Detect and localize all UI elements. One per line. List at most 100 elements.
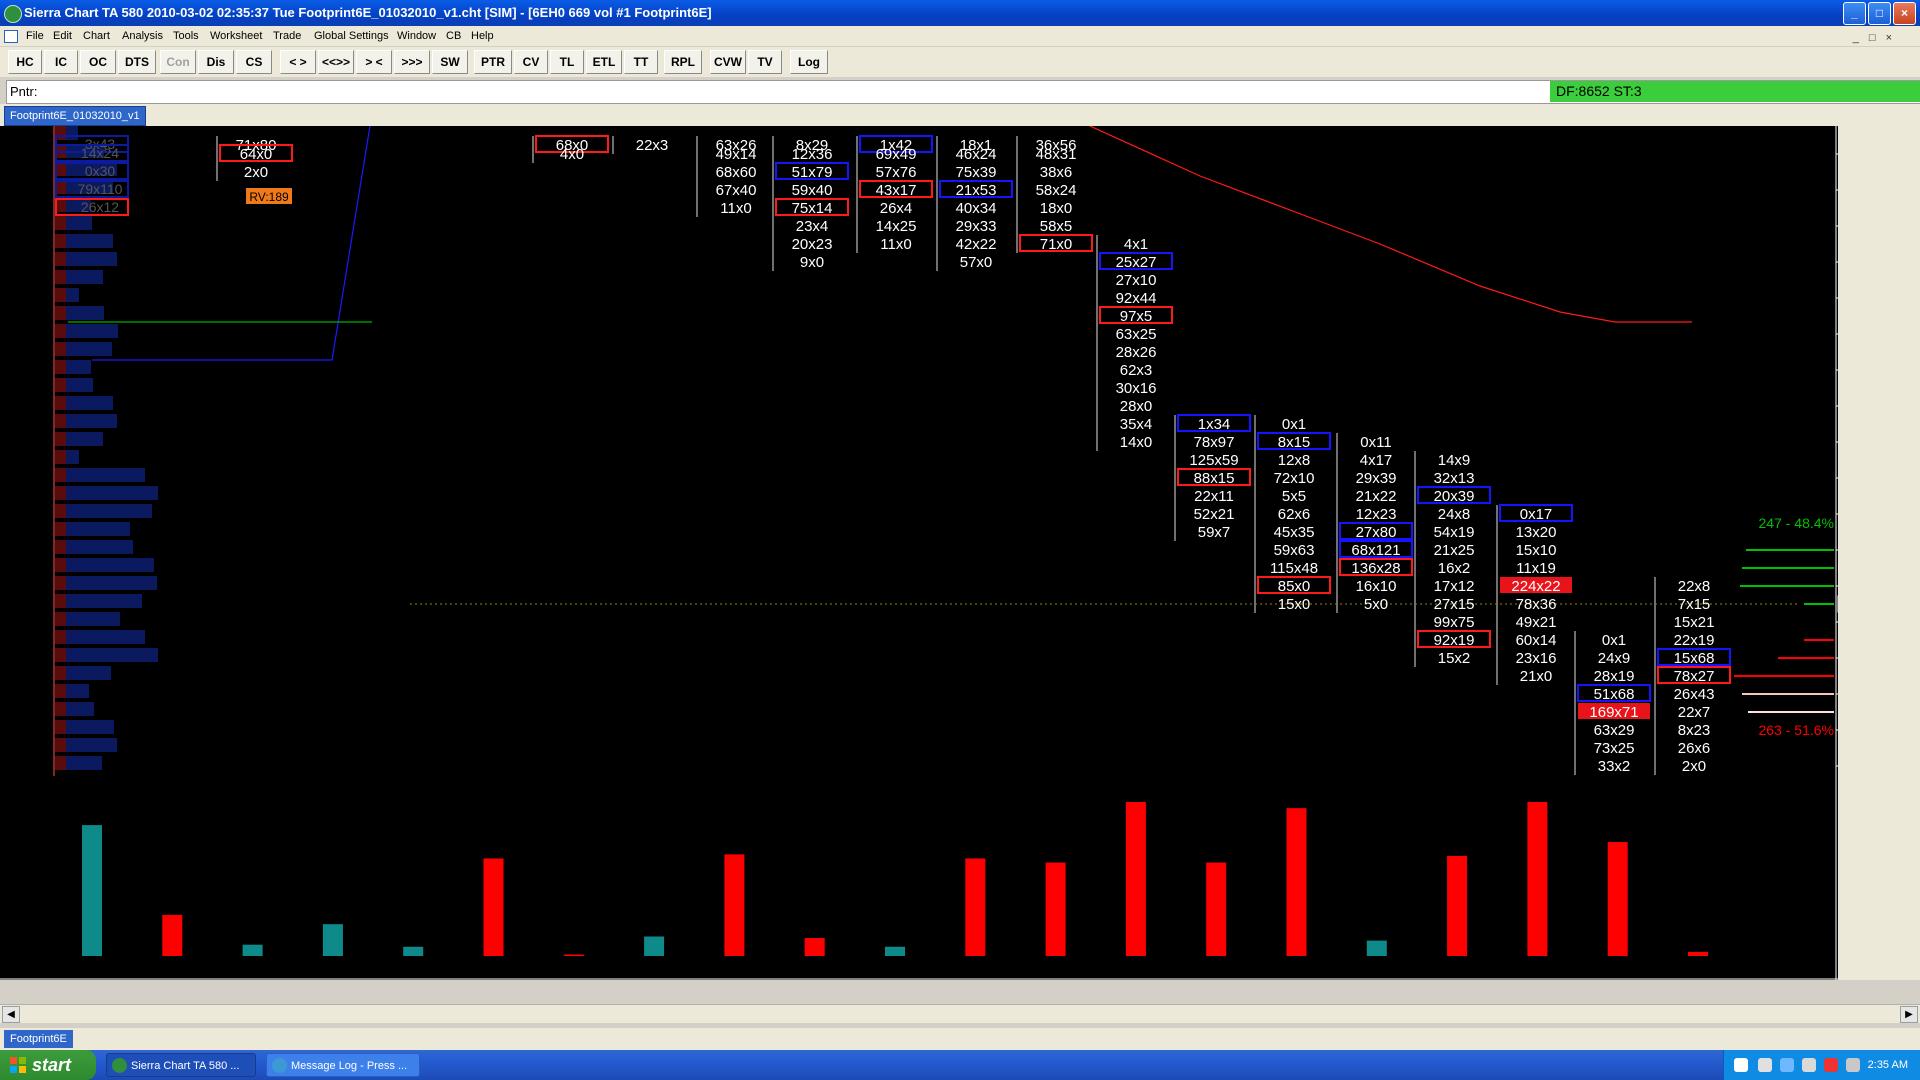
footprint-cell: 99x75 bbox=[1434, 614, 1475, 631]
footprint-chart[interactable]: 1.35561.35541.35521.35501.35481.35461.35… bbox=[0, 126, 1838, 980]
log-button[interactable]: Log bbox=[790, 50, 828, 74]
window-controls: _ □ × bbox=[1843, 2, 1916, 25]
volume-profile-bar bbox=[54, 630, 66, 644]
footprint-cell: 38x6 bbox=[1040, 164, 1073, 181]
taskbar-item-sierra-chart[interactable]: Sierra Chart TA 580 ... bbox=[106, 1053, 256, 1077]
security-icon[interactable] bbox=[1780, 1058, 1794, 1072]
footprint-cell: 35x4 bbox=[1120, 416, 1153, 433]
menu-tools[interactable]: Tools bbox=[173, 26, 199, 46]
compress-button[interactable]: > < bbox=[356, 50, 392, 74]
footprint-cell: 15x68 bbox=[1674, 650, 1715, 667]
footprint-cell: 62x6 bbox=[1278, 506, 1311, 523]
display-icon[interactable] bbox=[1802, 1058, 1816, 1072]
menu-bar: File Edit Chart Analysis Tools Worksheet… bbox=[0, 26, 1920, 46]
cv-button[interactable]: CV bbox=[514, 50, 548, 74]
footprint-cell: 68x121 bbox=[1351, 542, 1400, 559]
dis-button[interactable]: Dis bbox=[198, 50, 234, 74]
menu-window[interactable]: Window bbox=[397, 26, 436, 46]
etl-button[interactable]: ETL bbox=[586, 50, 622, 74]
menu-chart[interactable]: Chart bbox=[83, 26, 110, 46]
footprint-cell: 62x3 bbox=[1120, 362, 1153, 379]
footprint-cell: 26x43 bbox=[1674, 686, 1715, 703]
ic-button[interactable]: IC bbox=[44, 50, 78, 74]
oc-button[interactable]: OC bbox=[80, 50, 116, 74]
footprint-cell: 75x39 bbox=[956, 164, 997, 181]
minimize-button[interactable]: _ bbox=[1843, 2, 1866, 25]
menu-cb[interactable]: CB bbox=[446, 26, 461, 46]
volume-profile-bar bbox=[54, 486, 66, 500]
footprint-cell: 78x27 bbox=[1674, 668, 1715, 685]
menu-global-settings[interactable]: Global Settings bbox=[314, 26, 389, 46]
volume-profile-bar bbox=[54, 378, 66, 392]
footprint-cell: 92x44 bbox=[1116, 290, 1157, 307]
volume-profile-bar bbox=[54, 702, 66, 716]
reset-scale-button[interactable]: >>><< bbox=[394, 50, 430, 91]
footprint-cell: 21x22 bbox=[1356, 488, 1397, 505]
chart-tab[interactable]: Footprint6E_01032010_v1 bbox=[4, 106, 146, 126]
maximize-button[interactable]: □ bbox=[1868, 2, 1891, 25]
sw-button[interactable]: SW bbox=[432, 50, 468, 74]
footprint-cell: 59x7 bbox=[1198, 524, 1231, 541]
volume-profile-bar bbox=[54, 450, 66, 464]
chartbook-tab[interactable]: Footprint6E bbox=[4, 1030, 73, 1048]
footprint-cell: 7x15 bbox=[1678, 596, 1711, 613]
footprint-cell: 51x79 bbox=[792, 164, 833, 181]
mdi-restore-button[interactable]: □ bbox=[1869, 32, 1886, 44]
footprint-cell: 18x0 bbox=[1040, 200, 1073, 217]
mdi-doc-icon[interactable] bbox=[4, 30, 18, 43]
menu-analysis[interactable]: Analysis bbox=[122, 26, 163, 46]
mdi-minimize-button[interactable]: _ bbox=[1853, 32, 1869, 44]
cs-button[interactable]: CS bbox=[236, 50, 272, 74]
menu-file[interactable]: File bbox=[26, 26, 44, 46]
footprint-cell: 30x16 bbox=[1116, 380, 1157, 397]
menu-trade[interactable]: Trade bbox=[273, 26, 301, 46]
cvw-button[interactable]: CVW bbox=[710, 50, 746, 74]
tt-button[interactable]: TT bbox=[624, 50, 658, 74]
horizontal-scrollbar[interactable]: ◀ ▶ bbox=[0, 1004, 1920, 1023]
scroll-left-icon[interactable]: ◀ bbox=[2, 1006, 20, 1023]
footprint-cell: 85x0 bbox=[1278, 578, 1311, 595]
mdi-close-button[interactable]: × bbox=[1886, 32, 1902, 44]
footprint-cell: 0x1 bbox=[1602, 632, 1626, 649]
footprint-cell: 16x10 bbox=[1356, 578, 1397, 595]
start-button[interactable]: start bbox=[0, 1050, 96, 1080]
volume-profile-bar bbox=[54, 216, 66, 230]
volume-bar bbox=[1688, 951, 1708, 956]
volume-profile-bar bbox=[54, 522, 66, 536]
volume-profile-bar bbox=[54, 720, 66, 734]
system-tray: 2:35 AM bbox=[1723, 1050, 1920, 1080]
menu-edit[interactable]: Edit bbox=[53, 26, 72, 46]
footprint-cell: 12x36 bbox=[792, 146, 833, 163]
footprint-cell: 46x24 bbox=[956, 146, 997, 163]
ptr-button[interactable]: PTR bbox=[474, 50, 512, 74]
volume-profile-bar bbox=[58, 594, 142, 608]
tl-button[interactable]: TL bbox=[550, 50, 584, 74]
hc-button[interactable]: HC bbox=[8, 50, 42, 74]
footprint-cell: 58x24 bbox=[1036, 182, 1077, 199]
left-profile-cell-text: 26x12 bbox=[81, 199, 119, 215]
menu-worksheet[interactable]: Worksheet bbox=[210, 26, 262, 46]
taskbar-item-message-log[interactable]: Message Log - Press ... bbox=[266, 1053, 420, 1077]
scroll-left-right-button[interactable]: < > bbox=[280, 50, 316, 74]
volume-bar bbox=[242, 944, 263, 956]
footprint-cell: 68x60 bbox=[716, 164, 757, 181]
volume-icon[interactable] bbox=[1846, 1058, 1860, 1072]
volume-profile-bar bbox=[54, 360, 66, 374]
con-button[interactable]: Con bbox=[160, 50, 196, 74]
footprint-cell: 20x39 bbox=[1434, 488, 1475, 505]
help-icon[interactable] bbox=[1734, 1058, 1748, 1072]
dts-button[interactable]: DTS bbox=[118, 50, 156, 74]
antivirus-icon[interactable] bbox=[1824, 1058, 1838, 1072]
footprint-cell: 51x68 bbox=[1594, 686, 1635, 703]
rpl-button[interactable]: RPL bbox=[664, 50, 702, 74]
menu-help[interactable]: Help bbox=[471, 26, 494, 46]
volume-profile-bar bbox=[58, 612, 120, 626]
df-status: DF:8652 ST:3 bbox=[1550, 81, 1920, 102]
scroll-right-icon[interactable]: ▶ bbox=[1900, 1006, 1918, 1023]
expand-button[interactable]: <<>> bbox=[318, 50, 354, 74]
message-log-icon bbox=[272, 1058, 287, 1073]
sierra-chart-app-icon[interactable] bbox=[4, 5, 22, 23]
tv-button[interactable]: TV bbox=[748, 50, 782, 74]
close-button[interactable]: × bbox=[1893, 2, 1916, 25]
network-icon[interactable] bbox=[1758, 1058, 1772, 1072]
